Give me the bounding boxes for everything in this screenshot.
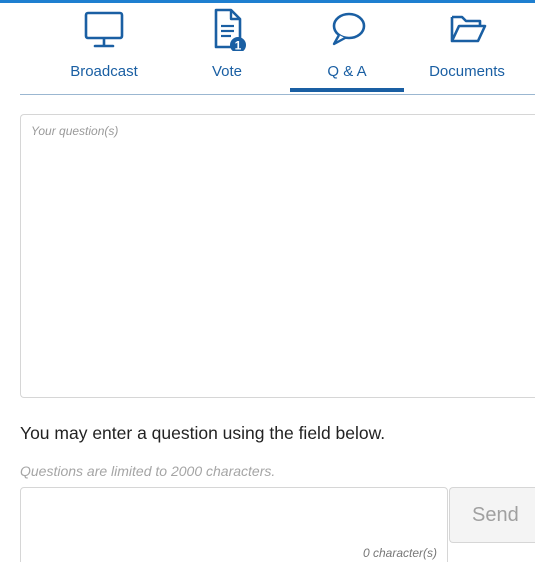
tab-label: Vote xyxy=(211,63,243,80)
monitor-icon xyxy=(84,11,124,48)
tab-broadcast[interactable]: Broadcast xyxy=(48,3,160,91)
folder-icon xyxy=(450,15,487,43)
tab-bar: Broadcast 1 Vote Q & A Documents xyxy=(0,3,535,92)
vote-badge-count: 1 xyxy=(235,39,242,52)
send-button[interactable]: Send xyxy=(449,487,535,543)
tab-qa[interactable]: Q & A xyxy=(290,3,404,91)
question-input-field[interactable]: 0 character(s) xyxy=(20,487,448,562)
character-limit-note: Questions are limited to 2000 characters… xyxy=(20,463,276,479)
tab-documents[interactable]: Documents xyxy=(412,3,522,91)
document-icon: 1 xyxy=(214,8,246,52)
character-counter: 0 character(s) xyxy=(362,546,437,560)
tab-label: Broadcast xyxy=(70,63,138,80)
question-textarea[interactable] xyxy=(20,114,535,398)
qa-page: Broadcast 1 Vote Q & A Documents Your qu… xyxy=(0,0,535,562)
instructions-text: You may enter a question using the field… xyxy=(20,423,386,443)
chat-bubble-icon xyxy=(332,12,366,46)
active-tab-indicator xyxy=(290,88,404,92)
tab-label: Documents xyxy=(429,63,505,80)
tab-vote[interactable]: 1 Vote xyxy=(181,3,273,91)
tab-label: Q & A xyxy=(327,63,367,80)
tabs-divider xyxy=(20,94,535,95)
